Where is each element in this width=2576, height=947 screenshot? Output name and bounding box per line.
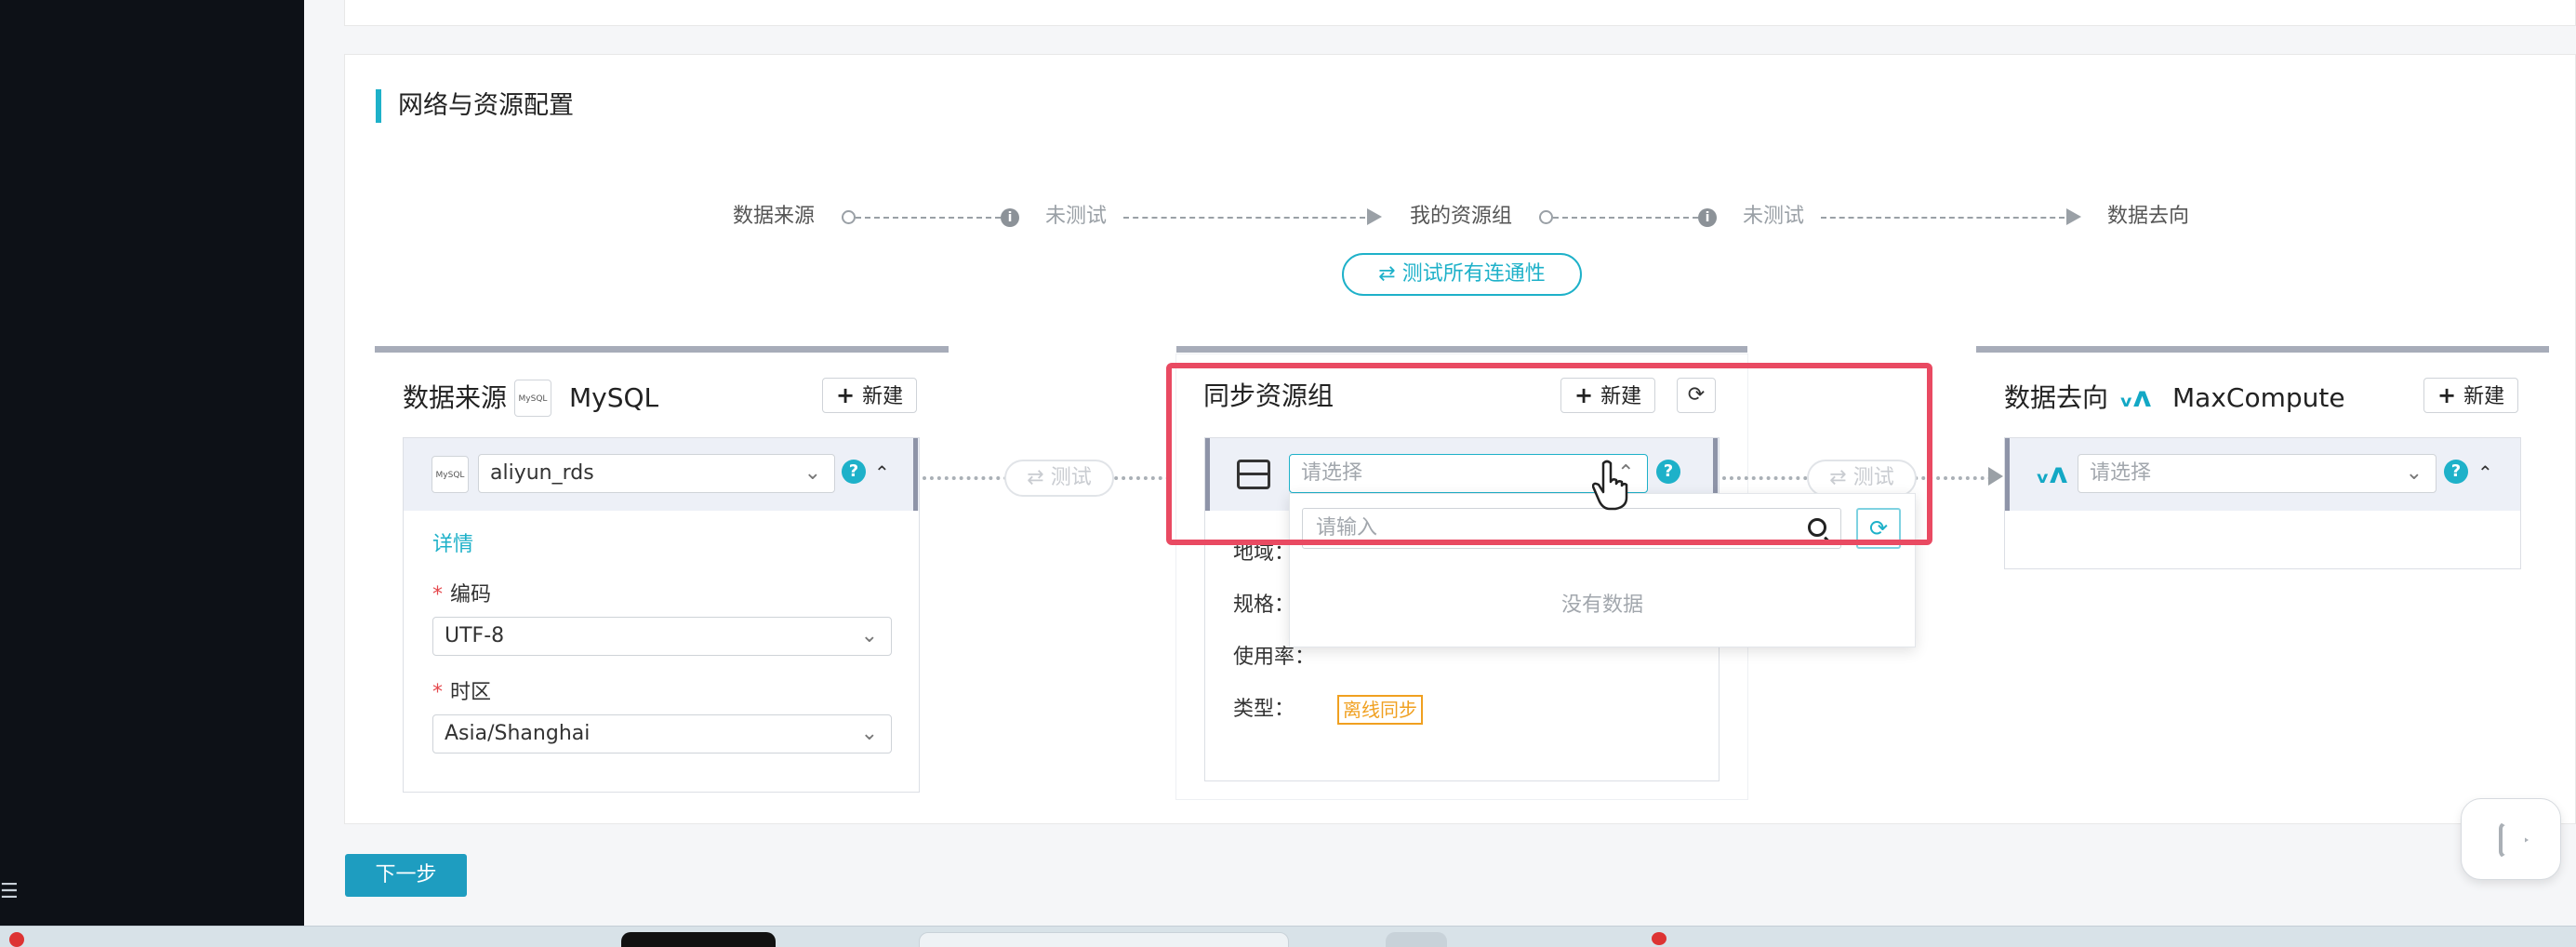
arrow-right-icon <box>1988 467 2003 486</box>
arrow-right-icon <box>1367 208 1382 225</box>
flow-dash <box>1821 217 2065 219</box>
swap-arrows-icon: ⇄ <box>1378 262 1396 286</box>
info-icon: i <box>1698 208 1717 227</box>
info-icon: i <box>1001 208 1019 227</box>
flow-node-icon <box>1539 210 1553 224</box>
source-title-text: 数据来源 <box>403 382 508 413</box>
plus-icon: + <box>2437 382 2457 408</box>
test-connection-button[interactable]: ⇄ 测试 <box>1004 460 1114 497</box>
encoding-label-text: 编码 <box>450 583 492 607</box>
flow-source-label: 数据来源 <box>733 205 816 228</box>
destination-datasource-select[interactable]: 请选择 ⌄ <box>2078 454 2437 493</box>
destination-panel-title: 数据去向 <box>2004 382 2109 413</box>
timezone-label-text: 时区 <box>450 681 492 704</box>
test-all-connectivity-button[interactable]: ⇄ 测试所有连通性 <box>1342 253 1582 296</box>
dropdown-empty-text: 没有数据 <box>1560 594 1643 617</box>
chevron-down-icon: ⌄ <box>860 722 878 745</box>
source-db-name: MySQL <box>569 382 659 413</box>
taskbar-window-item[interactable] <box>621 932 776 947</box>
previous-section-card <box>344 0 2576 26</box>
destination-db-name: MaxCompute <box>2172 382 2345 413</box>
type-label: 类型： <box>1233 698 1295 721</box>
source-panel-title: 数据来源 <box>403 380 507 417</box>
test-all-label: 测试所有连通性 <box>1401 262 1546 286</box>
maxcompute-small-icon: ᵥᴧ <box>2035 458 2068 490</box>
required-mark: * <box>432 583 443 607</box>
flow-destination-label: 数据去向 <box>2107 205 2190 228</box>
arrow-right-icon <box>2066 208 2081 225</box>
menu-icon[interactable]: ☰ <box>0 882 19 902</box>
resource-column-bar <box>1176 346 1747 353</box>
required-mark: * <box>432 681 443 704</box>
collapse-caret-icon[interactable]: ⌃ <box>2477 461 2493 484</box>
destination-new-button[interactable]: + 新建 <box>2423 378 2519 413</box>
row-edge-bar <box>913 438 918 511</box>
plus-icon: + <box>836 382 856 408</box>
destination-placeholder: 请选择 <box>2090 461 2152 485</box>
swap-arrows-icon: ⇄ <box>1027 466 1044 489</box>
highlight-annotation-box <box>1166 363 1932 545</box>
mysql-logo-icon: MySQL <box>514 380 551 417</box>
collapse-caret-icon[interactable]: ⌃ <box>874 461 890 484</box>
offline-sync-tag: 离线同步 <box>1337 695 1423 725</box>
chevron-down-icon: ⌄ <box>860 624 878 647</box>
timezone-value: Asia/Shanghai <box>445 722 591 745</box>
flow-dash <box>856 217 1001 219</box>
source-new-button[interactable]: + 新建 <box>822 378 918 413</box>
spec-label: 规格： <box>1233 594 1295 617</box>
flow-status-1: 未测试 <box>1045 205 1108 228</box>
mysql-small-logo-icon: MySQL <box>432 456 469 493</box>
source-selected-value: aliyun_rds <box>490 461 594 485</box>
help-icon[interactable]: ? <box>842 460 866 484</box>
timezone-label: * 时区 <box>432 679 491 707</box>
maxcompute-logo-icon: ᵥᴧ <box>2118 381 2152 414</box>
next-step-button[interactable]: 下一步 <box>345 854 467 897</box>
destination-column-bar <box>1976 346 2549 353</box>
app-sidebar: ☰ <box>0 0 304 926</box>
encoding-label: * 编码 <box>432 581 491 609</box>
encoding-value: UTF-8 <box>445 624 505 647</box>
source-column-bar <box>375 346 949 353</box>
chevron-down-icon: ⌄ <box>2405 461 2423 485</box>
usage-label: 使用率： <box>1233 646 1316 669</box>
flow-dash <box>1553 217 1698 219</box>
section-title: 网络与资源配置 <box>376 89 574 123</box>
hand-cursor-icon <box>1592 460 1628 511</box>
chevron-down-icon: ⌄ <box>803 461 821 485</box>
flow-node-icon <box>842 210 856 224</box>
encoding-select[interactable]: UTF-8 ⌄ <box>432 617 892 656</box>
flow-resource-group-label: 我的资源组 <box>1410 205 1513 228</box>
destination-new-label: 新建 <box>2463 385 2505 408</box>
help-icon[interactable]: ? <box>2444 460 2468 484</box>
taskbar-search-box[interactable] <box>919 932 1289 947</box>
floating-player-widget[interactable] <box>2461 798 2561 880</box>
play-icon <box>2499 821 2529 859</box>
os-taskbar <box>0 926 2576 947</box>
flow-dash <box>1123 217 1365 219</box>
flow-status-2: 未测试 <box>1743 205 1805 228</box>
timezone-select[interactable]: Asia/Shanghai ⌄ <box>432 714 892 754</box>
row-edge-bar <box>2005 438 2010 511</box>
test-label: 测试 <box>1050 466 1092 489</box>
source-datasource-select[interactable]: aliyun_rds ⌄ <box>478 454 835 493</box>
taskbar-app-icon[interactable] <box>1652 932 1666 945</box>
taskbar-app-item[interactable] <box>1386 932 1447 947</box>
source-new-label: 新建 <box>862 385 904 408</box>
details-link[interactable]: 详情 <box>432 531 473 559</box>
notification-badge-icon <box>9 932 24 947</box>
